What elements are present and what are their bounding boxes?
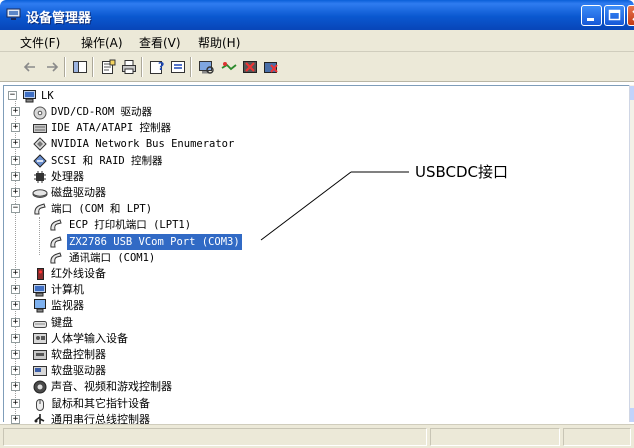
status-cell [563,428,631,446]
status-cell [430,428,560,446]
callout-line [260,171,409,241]
status-cell [3,428,427,446]
callout-label: USBCDC接口 [415,163,509,181]
status-bar [0,424,634,448]
